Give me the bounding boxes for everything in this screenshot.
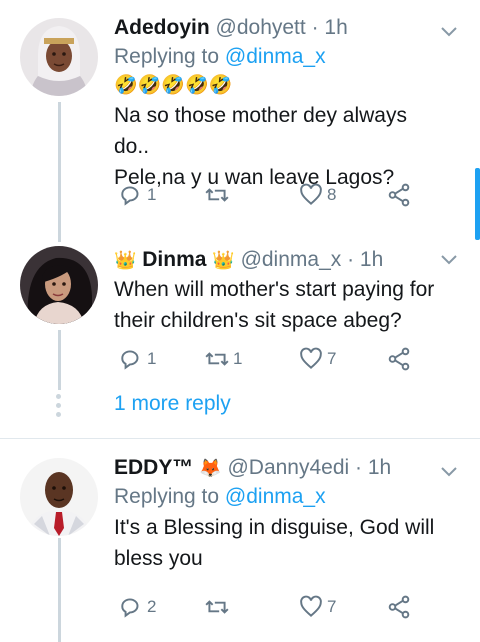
like-button[interactable]: 8 [298,180,336,210]
replying-to-label: Replying to [114,45,220,68]
tweet-eddy[interactable]: EDDY™ 🦊 @Danny4edi · 1h Replying to @din… [0,440,480,642]
tweet-adedoyin[interactable]: Adedoyin @dohyett · 1h Replying to @dinm… [0,0,480,240]
thread-line [58,538,61,642]
tweet-actions: 2 7 [114,592,434,622]
tweet-dinma[interactable]: 👑 Dinma 👑 @dinma_x · 1h When will mother… [0,240,480,436]
reply-count: 1 [147,349,157,368]
retweet-icon [205,352,229,366]
chevron-down-icon[interactable] [440,250,458,268]
share-icon [388,595,410,619]
avatar[interactable] [20,246,98,324]
tweet-text-line: Na so those mother dey always do.. [114,104,407,158]
retweet-button[interactable]: 1 [204,344,242,374]
share-button[interactable] [386,592,412,622]
like-count: 7 [327,597,337,616]
handle[interactable]: @Danny4edi [227,456,349,479]
divider [0,438,480,439]
reply-mention-link[interactable]: @dinma_x [225,45,326,68]
heart-icon [300,347,322,369]
chevron-down-icon[interactable] [440,22,458,40]
tweet-text-line: When will mother's start paying for [114,278,435,301]
reply-button[interactable]: 2 [118,592,156,622]
reply-icon [121,186,139,206]
share-icon [388,347,410,371]
timestamp: · 1h [311,16,348,39]
timestamp: · 1h [347,248,384,271]
tweet-text-line: bless you [114,547,203,570]
avatar[interactable] [20,458,98,536]
tweet-text-line: their children's sit space abeg? [114,309,402,332]
retweet-icon [205,600,229,614]
reply-mention-link[interactable]: @dinma_x [225,485,326,508]
handle[interactable]: @dinma_x [241,248,342,271]
display-name[interactable]: EDDY™ [114,456,193,479]
replying-to: Replying to @dinma_x [114,482,440,512]
tweet-actions: 1 1 7 [114,344,434,374]
tweet-actions: 1 8 [114,180,434,210]
like-button[interactable]: 7 [298,344,336,374]
retweet-icon [205,188,229,202]
retweet-button[interactable] [204,592,233,622]
tweet-header: 👑 Dinma 👑 @dinma_x · 1h [114,246,440,274]
avatar[interactable] [20,18,98,96]
chevron-down-icon[interactable] [440,462,458,480]
emoji-line: 🤣🤣🤣🤣🤣 [114,75,233,96]
reply-icon [121,598,139,618]
crown-emoji: 👑 [212,250,235,270]
handle[interactable]: @dohyett [216,16,306,39]
like-button[interactable]: 7 [298,592,336,622]
tweet-header: Adedoyin @dohyett · 1h [114,14,440,42]
display-name[interactable]: Adedoyin [114,16,210,39]
reply-button[interactable]: 1 [118,180,156,210]
tweet-header: EDDY™ 🦊 @Danny4edi · 1h [114,454,440,482]
more-reply-link[interactable]: 1 more reply [114,392,231,416]
share-button[interactable] [386,344,412,374]
replying-to-label: Replying to [114,485,220,508]
heart-icon [300,183,322,205]
share-button[interactable] [386,180,412,210]
heart-icon [300,595,322,617]
tweet-text-line: It's a Blessing in disguise, God will [114,516,435,539]
timestamp: · 1h [355,456,392,479]
replying-to: Replying to @dinma_x [114,42,440,72]
retweet-count: 1 [233,349,243,368]
reply-button[interactable]: 1 [118,344,156,374]
like-count: 7 [327,349,337,368]
reply-icon [121,350,139,370]
fox-emoji: 🦊 [199,458,222,478]
reply-count: 2 [147,597,157,616]
reply-count: 1 [147,185,157,204]
crown-emoji: 👑 [114,250,137,270]
like-count: 8 [327,185,337,204]
retweet-button[interactable] [204,180,233,210]
display-name[interactable]: Dinma [142,248,206,271]
share-icon [388,183,410,207]
